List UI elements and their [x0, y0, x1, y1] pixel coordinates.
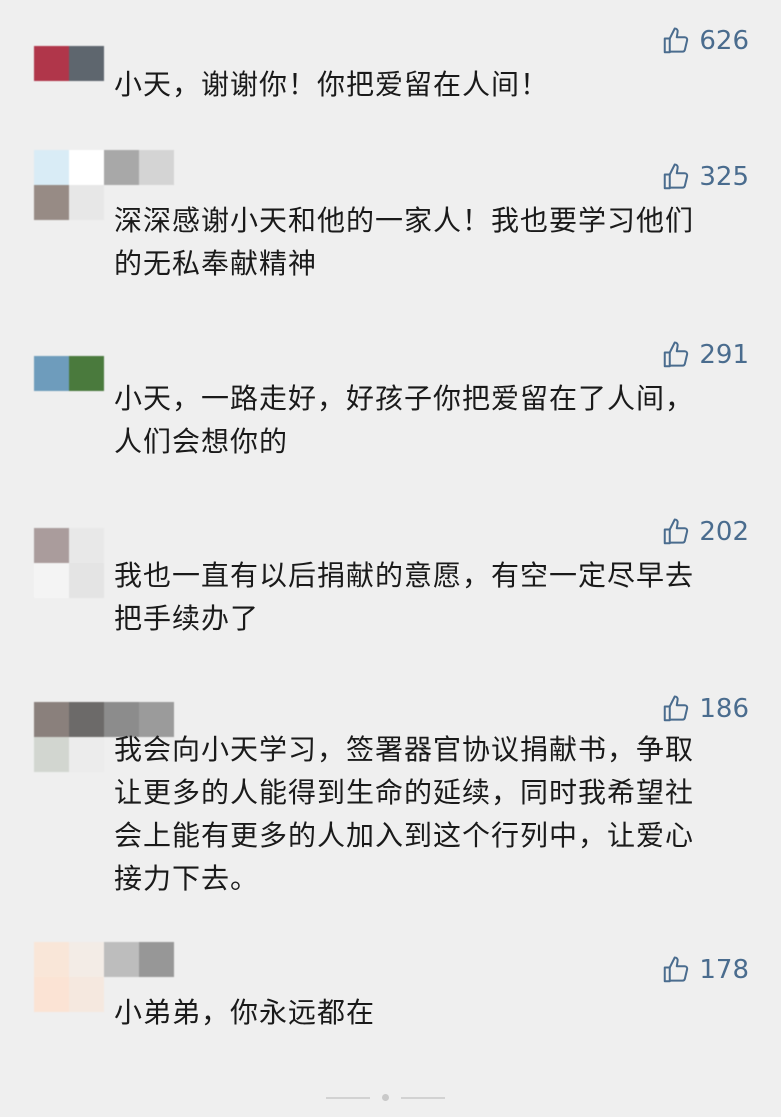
- thumbs-up-icon: [664, 956, 689, 983]
- comment-line: 人们会想你的: [114, 425, 289, 458]
- like-count: 291: [699, 340, 749, 370]
- comment-text: 我也一直有以后捐献的意愿，有空一定尽早去 把手续办了: [114, 554, 754, 640]
- comment-line: 小天，谢谢你！你把爱留在人间！: [114, 68, 550, 101]
- like-button[interactable]: 202: [661, 517, 749, 547]
- comment-text: 我会向小天学习，签署器官协议捐献书，争取 让更多的人能得到生命的延续，同时我希望…: [114, 728, 754, 900]
- comment-line: 把手续办了: [114, 602, 260, 635]
- comment-line: 会上能有更多的人加入到这个行列中，让爱心: [114, 819, 695, 852]
- page-indicator-line: [401, 1096, 445, 1099]
- comment-line: 我也一直有以后捐献的意愿，有空一定尽早去: [114, 559, 695, 592]
- comment-line: 的无私奉献精神: [114, 247, 318, 280]
- like-count: 178: [699, 955, 749, 985]
- thumbs-up-icon: [664, 695, 689, 722]
- like-button[interactable]: 178: [661, 955, 749, 985]
- thumbs-up-icon: [664, 518, 689, 545]
- comment-text: 深深感谢小天和他的一家人！我也要学习他们 的无私奉献精神: [114, 199, 754, 285]
- like-button[interactable]: 325: [661, 162, 749, 192]
- like-count: 186: [699, 694, 749, 724]
- comment-line: 我会向小天学习，签署器官协议捐献书，争取: [114, 733, 695, 766]
- thumbs-up-icon: [664, 341, 689, 368]
- like-button[interactable]: 626: [661, 26, 749, 56]
- comment-line: 小弟弟，你永远都在: [114, 996, 376, 1029]
- thumbs-up-icon: [664, 27, 689, 54]
- like-button[interactable]: 291: [661, 340, 749, 370]
- page-indicator-line: [326, 1096, 370, 1099]
- comment-line: 深深感谢小天和他的一家人！我也要学习他们: [114, 204, 695, 237]
- comment-line: 让更多的人能得到生命的延续，同时我希望社: [114, 776, 695, 809]
- comment-text: 小天，一路走好，好孩子你把爱留在了人间， 人们会想你的: [114, 377, 754, 463]
- comment-line: 接力下去。: [114, 862, 260, 895]
- like-count: 626: [699, 26, 749, 56]
- like-button[interactable]: 186: [661, 694, 749, 724]
- comment-line: 小天，一路走好，好孩子你把爱留在了人间，: [114, 382, 695, 415]
- page-indicator-dot: [382, 1094, 389, 1101]
- comment-text: 小弟弟，你永远都在: [114, 991, 754, 1034]
- like-count: 202: [699, 517, 749, 547]
- comment-text: 小天，谢谢你！你把爱留在人间！: [114, 63, 754, 106]
- like-count: 325: [699, 162, 749, 192]
- page-indicator: [326, 1094, 445, 1101]
- thumbs-up-icon: [664, 163, 689, 190]
